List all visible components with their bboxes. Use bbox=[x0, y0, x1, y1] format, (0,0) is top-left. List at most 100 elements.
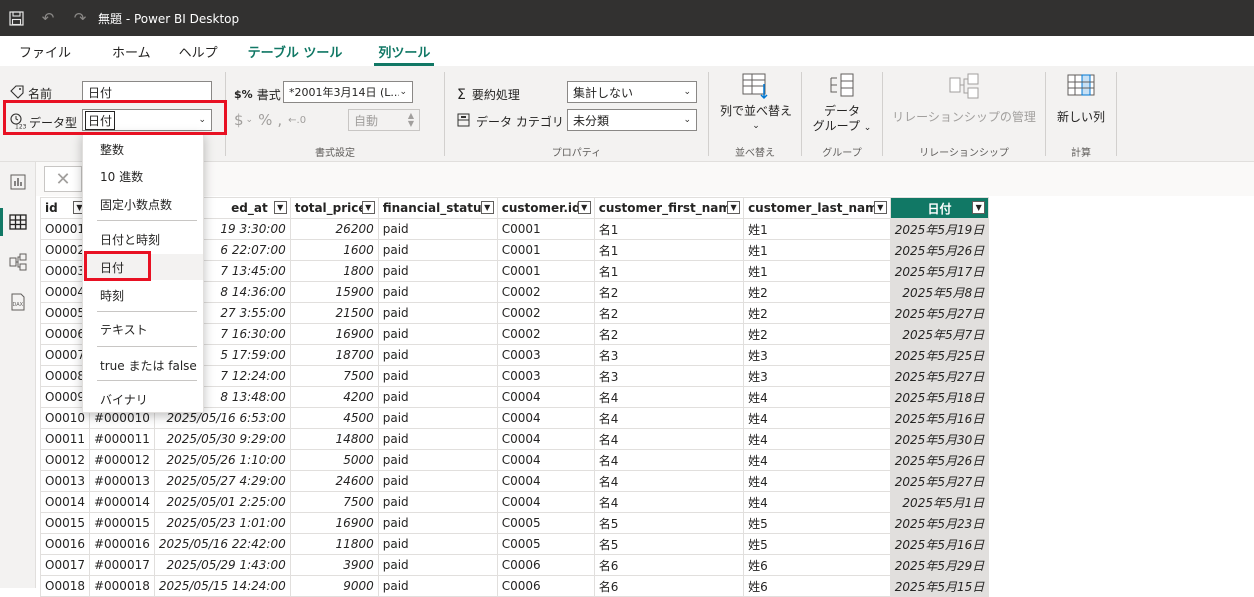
cell-date[interactable]: 2025年5月17日 bbox=[889, 260, 990, 282]
cell-first-name[interactable]: 名6 bbox=[593, 575, 745, 597]
filter-icon[interactable]: ▼ bbox=[727, 201, 741, 214]
save-icon[interactable] bbox=[0, 0, 32, 36]
cell-customer-id[interactable]: C0001 bbox=[496, 239, 595, 261]
datatype-select[interactable]: 日付 ⌄ bbox=[82, 109, 212, 131]
cell-financial-status[interactable]: paid bbox=[377, 428, 498, 450]
cell-first-name[interactable]: 名4 bbox=[593, 407, 745, 429]
table-view-icon[interactable] bbox=[0, 202, 36, 242]
cell-last-name[interactable]: 姓3 bbox=[743, 344, 891, 366]
cell-total-price[interactable]: 14800 bbox=[289, 428, 379, 450]
column-header-total-price[interactable]: total_price ▼ bbox=[289, 197, 379, 219]
manage-relationships-button[interactable]: リレーションシップの管理 bbox=[889, 72, 1039, 125]
cell-financial-status[interactable]: paid bbox=[377, 239, 498, 261]
cell-financial-status[interactable]: paid bbox=[377, 218, 498, 240]
column-header-customer-id[interactable]: customer.id ▼ bbox=[496, 197, 595, 219]
cell-total-price[interactable]: 4500 bbox=[289, 407, 379, 429]
cell-financial-status[interactable]: paid bbox=[377, 260, 498, 282]
cell-total-price[interactable]: 16900 bbox=[289, 512, 379, 534]
cell-last-name[interactable]: 姓4 bbox=[743, 407, 891, 429]
filter-icon[interactable]: ▼ bbox=[273, 201, 287, 214]
cell-financial-status[interactable]: paid bbox=[377, 386, 498, 408]
menu-item-whole-number[interactable]: 整数 bbox=[83, 136, 203, 162]
cell-last-name[interactable]: 姓1 bbox=[743, 260, 891, 282]
cell-first-name[interactable]: 名1 bbox=[593, 239, 745, 261]
cell-total-price[interactable]: 3900 bbox=[289, 554, 379, 576]
column-header-customer-last-name[interactable]: customer_last_name ▼ bbox=[743, 197, 891, 219]
cell-name[interactable]: #000017 bbox=[88, 554, 155, 576]
cell-date[interactable]: 2025年5月27日 bbox=[889, 302, 990, 324]
cell-first-name[interactable]: 名5 bbox=[593, 512, 745, 534]
cell-customer-id[interactable]: C0005 bbox=[496, 512, 595, 534]
cell-total-price[interactable]: 15900 bbox=[289, 281, 379, 303]
cell-customer-id[interactable]: C0002 bbox=[496, 281, 595, 303]
cell-first-name[interactable]: 名4 bbox=[593, 386, 745, 408]
cell-total-price[interactable]: 24600 bbox=[289, 470, 379, 492]
column-header-customer-first-name[interactable]: customer_first_name ▼ bbox=[593, 197, 745, 219]
cell-last-name[interactable]: 姓4 bbox=[743, 449, 891, 471]
cell-customer-id[interactable]: C0004 bbox=[496, 386, 595, 408]
tab-table-tools[interactable]: テーブル ツール bbox=[230, 36, 361, 66]
menu-item-datetime[interactable]: 日付と時刻 bbox=[83, 226, 203, 252]
cell-customer-id[interactable]: C0002 bbox=[496, 323, 595, 345]
cell-date[interactable]: 2025年5月7日 bbox=[889, 323, 990, 345]
name-input[interactable]: 日付 bbox=[82, 81, 212, 103]
filter-icon[interactable]: ▼ bbox=[480, 201, 494, 214]
cell-customer-id[interactable]: C0004 bbox=[496, 470, 595, 492]
cell-total-price[interactable]: 5000 bbox=[289, 449, 379, 471]
filter-icon[interactable]: ▼ bbox=[577, 201, 591, 214]
cell-name[interactable]: #000011 bbox=[88, 428, 155, 450]
cell-financial-status[interactable]: paid bbox=[377, 365, 498, 387]
redo-icon[interactable]: ↷ bbox=[64, 0, 96, 36]
cell-financial-status[interactable]: paid bbox=[377, 344, 498, 366]
cell-created-at[interactable]: 2025/05/30 9:29:00 bbox=[153, 428, 291, 450]
cell-financial-status[interactable]: paid bbox=[377, 512, 498, 534]
cell-name[interactable]: #000013 bbox=[88, 470, 155, 492]
cell-id[interactable]: O0012 bbox=[40, 449, 90, 471]
category-select[interactable]: 未分類 ⌄ bbox=[567, 109, 697, 131]
cell-total-price[interactable]: 1800 bbox=[289, 260, 379, 282]
cell-customer-id[interactable]: C0003 bbox=[496, 365, 595, 387]
cell-date[interactable]: 2025年5月18日 bbox=[889, 386, 990, 408]
menu-item-date[interactable]: 日付 bbox=[83, 254, 203, 280]
summarize-select[interactable]: 集計しない ⌄ bbox=[567, 81, 697, 103]
sort-by-column-button[interactable]: 列で並べ替え ⌄ bbox=[717, 72, 795, 134]
cell-customer-id[interactable]: C0006 bbox=[496, 575, 595, 597]
cell-last-name[interactable]: 姓4 bbox=[743, 470, 891, 492]
cell-financial-status[interactable]: paid bbox=[377, 554, 498, 576]
cell-customer-id[interactable]: C0003 bbox=[496, 344, 595, 366]
cell-last-name[interactable]: 姓2 bbox=[743, 302, 891, 324]
cell-date[interactable]: 2025年5月15日 bbox=[889, 575, 990, 597]
percent-button[interactable]: % bbox=[258, 111, 272, 129]
cell-last-name[interactable]: 姓5 bbox=[743, 512, 891, 534]
comma-icon[interactable]: , bbox=[277, 111, 282, 129]
cell-date[interactable]: 2025年5月29日 bbox=[889, 554, 990, 576]
cell-customer-id[interactable]: C0004 bbox=[496, 428, 595, 450]
new-column-button[interactable]: 新しい列 bbox=[1052, 72, 1110, 125]
cell-first-name[interactable]: 名3 bbox=[593, 365, 745, 387]
cell-name[interactable]: #000015 bbox=[88, 512, 155, 534]
cell-date[interactable]: 2025年5月27日 bbox=[889, 365, 990, 387]
cell-customer-id[interactable]: C0001 bbox=[496, 260, 595, 282]
menu-item-fixed-decimal[interactable]: 固定小数点数 bbox=[83, 191, 203, 217]
cell-created-at[interactable]: 2025/05/16 22:42:00 bbox=[153, 533, 291, 555]
cell-name[interactable]: #000018 bbox=[88, 575, 155, 597]
cell-first-name[interactable]: 名2 bbox=[593, 323, 745, 345]
cell-total-price[interactable]: 7500 bbox=[289, 365, 379, 387]
cell-first-name[interactable]: 名2 bbox=[593, 281, 745, 303]
dax-query-view-icon[interactable]: DAX bbox=[0, 282, 36, 322]
cell-date[interactable]: 2025年5月16日 bbox=[889, 533, 990, 555]
cell-first-name[interactable]: 名4 bbox=[593, 428, 745, 450]
close-icon[interactable]: ✕ bbox=[44, 166, 82, 192]
cell-date[interactable]: 2025年5月26日 bbox=[889, 239, 990, 261]
cell-created-at[interactable]: 2025/05/23 1:01:00 bbox=[153, 512, 291, 534]
cell-financial-status[interactable]: paid bbox=[377, 470, 498, 492]
cell-id[interactable]: O0013 bbox=[40, 470, 90, 492]
cell-created-at[interactable]: 2025/05/15 14:24:00 bbox=[153, 575, 291, 597]
cell-date[interactable]: 2025年5月26日 bbox=[889, 449, 990, 471]
cell-last-name[interactable]: 姓3 bbox=[743, 365, 891, 387]
cell-first-name[interactable]: 名4 bbox=[593, 449, 745, 471]
cell-id[interactable]: O0011 bbox=[40, 428, 90, 450]
cell-created-at[interactable]: 2025/05/29 1:43:00 bbox=[153, 554, 291, 576]
cell-total-price[interactable]: 18700 bbox=[289, 344, 379, 366]
cell-total-price[interactable]: 11800 bbox=[289, 533, 379, 555]
